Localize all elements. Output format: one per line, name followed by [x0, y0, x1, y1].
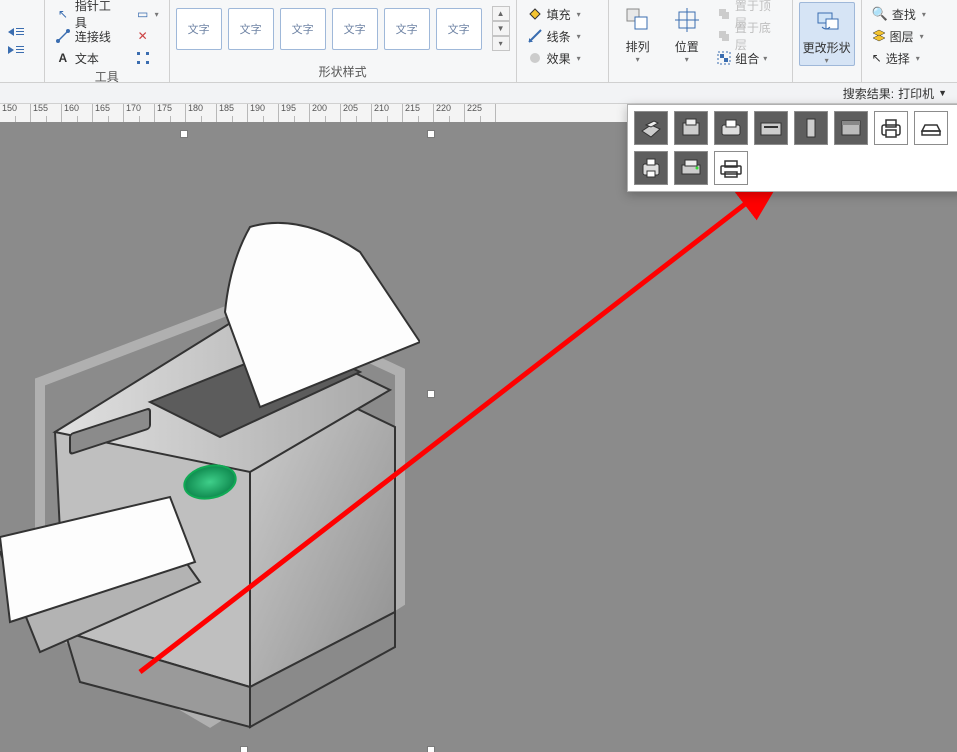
fill-button[interactable]: 填充▾	[523, 4, 585, 24]
shape-thumb-3[interactable]: 文字	[280, 8, 326, 50]
change-shape-icon	[811, 5, 843, 37]
connector-tool[interactable]: 连接线	[51, 26, 127, 46]
shape-thumb-2[interactable]: 文字	[228, 8, 274, 50]
shape-thumb-5[interactable]: 文字	[384, 8, 430, 50]
search-term: 打印机	[898, 85, 934, 102]
effect-button[interactable]: 效果▾	[523, 48, 585, 68]
search-label: 搜索结果:	[843, 85, 894, 102]
find-button[interactable]: 🔍查找▾	[868, 4, 930, 24]
gallery-up[interactable]: ▲	[492, 6, 510, 21]
printer-icon-4[interactable]	[754, 111, 788, 145]
rect-tool[interactable]: ▭▾	[131, 4, 163, 24]
layers-button[interactable]: 图层▾	[868, 26, 930, 46]
printer-icon-6[interactable]	[834, 111, 868, 145]
line-icon	[527, 28, 543, 44]
printer-icon-1[interactable]	[634, 111, 668, 145]
effect-icon	[527, 50, 543, 66]
indent-icon[interactable]	[6, 44, 26, 56]
bring-front-icon	[717, 7, 731, 21]
group-icon	[717, 51, 731, 65]
shape-style-group: 文字 文字 文字 文字 文字 文字 ▲ ▼ ▾ 形状样式	[170, 0, 517, 82]
select-icon: ↖	[872, 51, 882, 65]
connector-icon	[55, 28, 71, 44]
gallery-scroll: ▲ ▼ ▾	[492, 6, 510, 51]
printer-icon-10[interactable]	[674, 151, 708, 185]
arrange-icon	[622, 4, 654, 36]
pointer-icon: ↖	[55, 6, 71, 22]
sel-handle-n[interactable]	[180, 130, 188, 138]
ribbon: ↖ 指针工具 连接线 A 文本 ▭▾ ✕ 工具	[0, 0, 957, 83]
delete-point-tool[interactable]: ✕	[131, 26, 163, 46]
arrange-button[interactable]: 排列▾	[615, 2, 660, 64]
shape-thumb-6[interactable]: 文字	[436, 8, 482, 50]
send-back-icon	[717, 29, 731, 43]
printer-icon-9[interactable]	[634, 151, 668, 185]
canvas-wrap: 150 155 160 165 170 175 180 185 190 195 …	[0, 104, 957, 752]
shape-style-label: 形状样式	[176, 63, 510, 82]
edit-points-tool[interactable]	[131, 48, 163, 68]
position-icon	[671, 4, 703, 36]
rect-icon: ▭	[135, 6, 151, 22]
line-button[interactable]: 线条▾	[523, 26, 585, 46]
arrange-group: 排列▾ 位置▾ 置于顶层 置于底层 组合▾	[609, 0, 792, 82]
ribbon-edge	[0, 0, 45, 82]
printer-icon-5[interactable]	[794, 111, 828, 145]
text-icon: A	[55, 50, 71, 66]
printer-icon-8[interactable]	[914, 111, 948, 145]
group-button[interactable]: 组合▾	[713, 48, 785, 68]
gallery-more[interactable]: ▾	[492, 36, 510, 51]
canvas[interactable]	[0, 122, 957, 752]
tools-group-label: 工具	[51, 68, 163, 87]
send-back-button[interactable]: 置于底层	[713, 26, 785, 46]
position-button[interactable]: 位置▾	[664, 2, 709, 64]
format-group: 填充▾ 线条▾ 效果▾	[517, 0, 610, 82]
sel-handle-ne[interactable]	[427, 130, 435, 138]
select-button[interactable]: ↖选择▾	[868, 48, 930, 68]
find-icon: 🔍	[872, 6, 888, 22]
text-label: 文本	[75, 50, 99, 67]
outdent-icon[interactable]	[6, 26, 26, 38]
chevron-down-icon[interactable]: ▼	[938, 88, 947, 98]
connector-label: 连接线	[75, 28, 111, 45]
dots-icon	[135, 50, 151, 66]
text-tool[interactable]: A 文本	[51, 48, 127, 68]
printer-shape[interactable]	[0, 182, 420, 742]
shape-gallery[interactable]: 文字 文字 文字 文字 文字 文字 ▲ ▼ ▾	[176, 2, 510, 51]
layers-icon	[872, 29, 886, 43]
tools-group: ↖ 指针工具 连接线 A 文本 ▭▾ ✕ 工具	[45, 0, 170, 82]
shape-search-popup	[627, 104, 957, 192]
shape-thumb-4[interactable]: 文字	[332, 8, 378, 50]
sel-handle-se[interactable]	[427, 746, 435, 752]
pointer-tool[interactable]: ↖ 指针工具	[51, 4, 127, 24]
shape-thumb-1[interactable]: 文字	[176, 8, 222, 50]
sel-handle-e[interactable]	[427, 390, 435, 398]
printer-icon-2[interactable]	[674, 111, 708, 145]
change-shape-button[interactable]: 更改形状▾	[799, 2, 855, 66]
printer-icon-7[interactable]	[874, 111, 908, 145]
fill-icon	[527, 6, 543, 22]
change-shape-group: 更改形状▾	[793, 0, 862, 82]
printer-icon-11[interactable]	[714, 151, 748, 185]
printer-icon-3[interactable]	[714, 111, 748, 145]
gallery-down[interactable]: ▼	[492, 21, 510, 36]
x-icon: ✕	[135, 28, 151, 44]
sel-handle-s[interactable]	[240, 746, 248, 752]
editing-group: 🔍查找▾ 图层▾ ↖选择▾	[862, 0, 957, 82]
